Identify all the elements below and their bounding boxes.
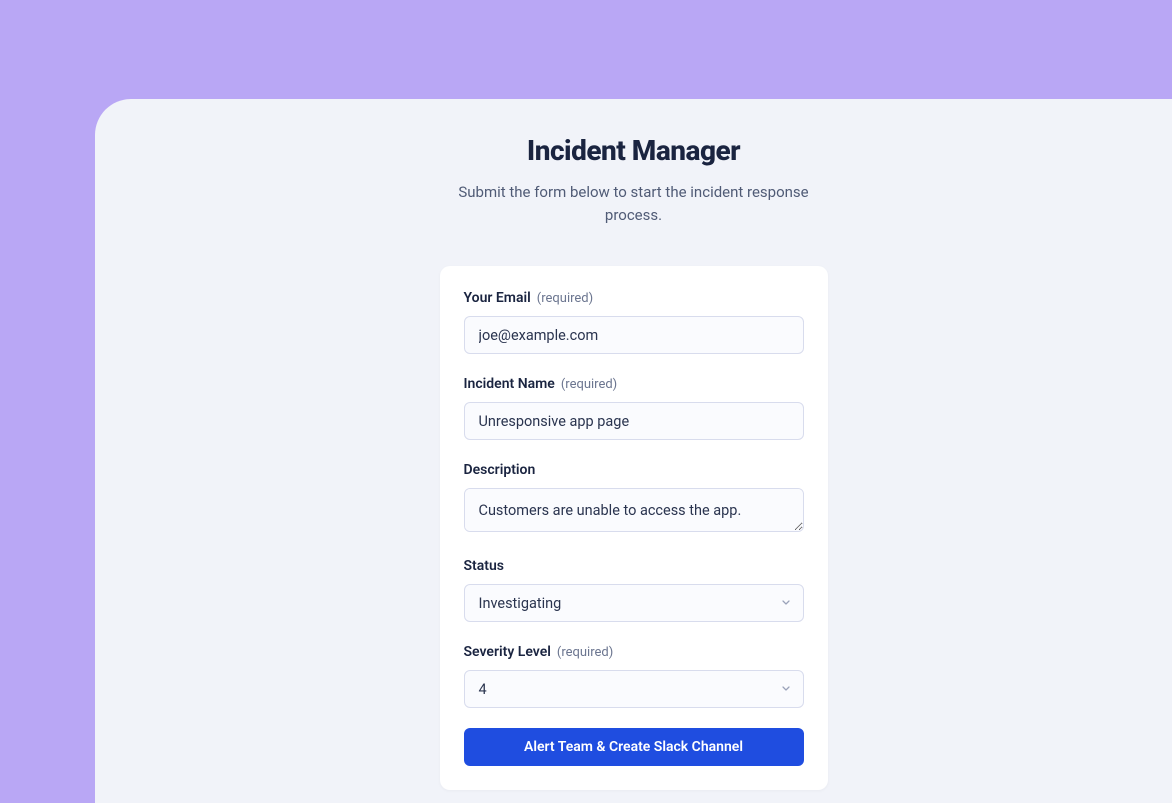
description-textarea[interactable] bbox=[464, 488, 804, 532]
severity-label: Severity Level bbox=[464, 644, 551, 660]
status-select[interactable]: Investigating bbox=[464, 584, 804, 622]
page-subtitle: Submit the form below to start the incid… bbox=[454, 181, 814, 226]
incident-name-input[interactable] bbox=[464, 402, 804, 440]
main-panel: Incident Manager Submit the form below t… bbox=[95, 99, 1172, 803]
incident-name-label-row: Incident Name (required) bbox=[464, 376, 804, 392]
email-label-row: Your Email (required) bbox=[464, 290, 804, 306]
page-title: Incident Manager bbox=[95, 134, 1172, 167]
status-value: Investigating bbox=[479, 595, 562, 612]
header: Incident Manager Submit the form below t… bbox=[95, 99, 1172, 226]
email-group: Your Email (required) bbox=[464, 290, 804, 354]
email-required: (required) bbox=[537, 291, 593, 306]
status-label-row: Status bbox=[464, 558, 804, 574]
severity-group: Severity Level (required) 4 bbox=[464, 644, 804, 708]
severity-select[interactable]: 4 bbox=[464, 670, 804, 708]
form-card: Your Email (required) Incident Name (req… bbox=[440, 266, 828, 790]
description-label: Description bbox=[464, 462, 536, 478]
description-group: Description bbox=[464, 462, 804, 536]
incident-name-label: Incident Name bbox=[464, 376, 555, 392]
email-input[interactable] bbox=[464, 316, 804, 354]
severity-value: 4 bbox=[479, 681, 487, 698]
description-label-row: Description bbox=[464, 462, 804, 478]
status-label: Status bbox=[464, 558, 504, 574]
incident-name-required: (required) bbox=[561, 377, 617, 392]
email-label: Your Email bbox=[464, 290, 531, 306]
submit-button[interactable]: Alert Team & Create Slack Channel bbox=[464, 728, 804, 766]
status-select-wrap: Investigating bbox=[464, 584, 804, 622]
status-group: Status Investigating bbox=[464, 558, 804, 622]
severity-select-wrap: 4 bbox=[464, 670, 804, 708]
severity-required: (required) bbox=[557, 645, 613, 660]
incident-name-group: Incident Name (required) bbox=[464, 376, 804, 440]
severity-label-row: Severity Level (required) bbox=[464, 644, 804, 660]
